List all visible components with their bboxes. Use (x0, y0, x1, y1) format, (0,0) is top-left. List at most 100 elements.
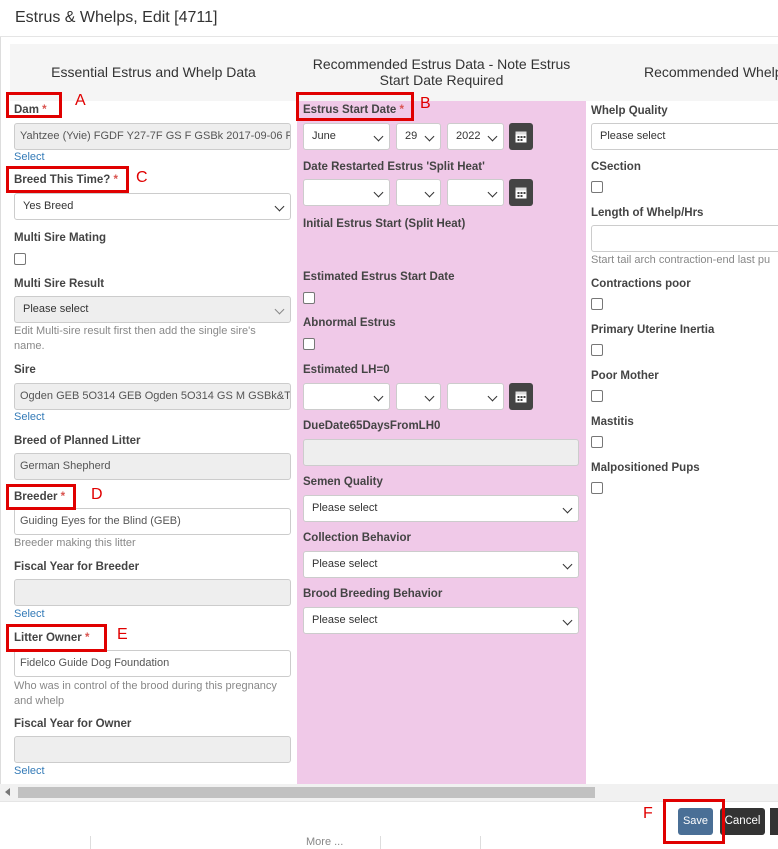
whelp-quality-label: Whelp Quality (591, 105, 668, 117)
multi-sire-result-label: Multi Sire Result (14, 278, 105, 290)
date-restarted-label: Date Restarted Estrus 'Split Heat' (303, 161, 485, 173)
collection-behavior-select[interactable]: Please select (303, 551, 579, 578)
background-divider (380, 836, 381, 849)
semen-quality-select[interactable]: Please select (303, 495, 579, 522)
header-estrus-line2: Start Date Required (379, 72, 504, 88)
chevron-down-icon (562, 615, 573, 626)
csection-label: CSection (591, 161, 641, 173)
due-date-field (303, 439, 579, 466)
multi-sire-mating-label: Multi Sire Mating (14, 232, 106, 244)
header-whelp-text: Recommended Whelp (644, 64, 778, 80)
calendar-icon (515, 187, 527, 199)
annotation-letter-b: B (420, 95, 431, 112)
chevron-down-icon (487, 187, 498, 198)
header-essential-text: Essential Estrus and Whelp Data (51, 64, 256, 80)
mastitis-checkbox[interactable] (591, 436, 603, 448)
date-restarted-calendar-button[interactable] (509, 179, 533, 206)
calendar-icon (515, 391, 527, 403)
annotation-box-c (6, 166, 129, 193)
annotation-letter-d: D (91, 486, 103, 503)
malpositioned-label: Malpositioned Pups (591, 462, 700, 474)
modal-footer (0, 801, 778, 849)
primary-uterine-label: Primary Uterine Inertia (591, 324, 715, 336)
chevron-down-icon (373, 391, 384, 402)
fiscal-breeder-field[interactable] (14, 579, 291, 606)
extra-button[interactable] (770, 808, 778, 835)
header-whelp: Recommended Whelp (586, 44, 778, 101)
estimated-lh-year[interactable] (447, 383, 504, 410)
breed-planned-label: Breed of Planned Litter (14, 435, 141, 447)
primary-uterine-checkbox[interactable] (591, 344, 603, 356)
date-restarted-year[interactable] (447, 179, 504, 206)
estrus-start-month[interactable]: June (303, 123, 390, 150)
due-date-label: DueDate65DaysFromLH0 (303, 420, 441, 432)
fiscal-owner-select-link[interactable]: Select (14, 765, 45, 777)
fiscal-breeder-label: Fiscal Year for Breeder (14, 561, 140, 573)
fiscal-owner-label: Fiscal Year for Owner (14, 718, 132, 730)
annotation-letter-c: C (136, 169, 148, 186)
horizontal-scrollbar[interactable] (0, 784, 778, 801)
annotation-box-f (663, 799, 725, 844)
length-whelp-help: Start tail arch contraction-end last pu (591, 254, 771, 266)
csection-checkbox[interactable] (591, 181, 603, 193)
estimated-lh-label: Estimated LH=0 (303, 364, 390, 376)
date-restarted-day[interactable] (396, 179, 441, 206)
annotation-box-b (296, 92, 414, 121)
chevron-down-icon (562, 559, 573, 570)
chevron-down-icon (424, 187, 435, 198)
date-restarted-month[interactable] (303, 179, 390, 206)
chevron-down-icon (373, 187, 384, 198)
breeder-field[interactable]: Guiding Eyes for the Blind (GEB) (14, 508, 291, 535)
modal-header: Estrus & Whelps, Edit [4711] (0, 0, 778, 37)
brood-behavior-label: Brood Breeding Behavior (303, 588, 443, 600)
multi-sire-help-line2: name. (14, 340, 45, 352)
estrus-start-calendar-button[interactable] (509, 123, 533, 150)
litter-owner-help-line1: Who was in control of the brood during t… (14, 680, 277, 692)
breeder-help: Breeder making this litter (14, 537, 136, 549)
whelp-quality-select[interactable]: Please select (591, 123, 778, 150)
scroll-left-icon[interactable] (5, 788, 10, 796)
abnormal-estrus-checkbox[interactable] (303, 338, 315, 350)
chevron-down-icon (274, 304, 285, 315)
cancel-button[interactable]: Cancel (720, 808, 765, 835)
multi-sire-mating-checkbox[interactable] (14, 253, 26, 265)
sire-select-link[interactable]: Select (14, 411, 45, 423)
poor-mother-checkbox[interactable] (591, 390, 603, 402)
initial-estrus-label: Initial Estrus Start (Split Heat) (303, 218, 466, 230)
breed-this-time-select[interactable]: Yes Breed (14, 193, 291, 220)
estrus-start-day[interactable]: 29 (396, 123, 441, 150)
semen-quality-label: Semen Quality (303, 476, 383, 488)
dam-field[interactable]: Yahtzee (Yvie) FGDF Y27-7F GS F GSBk 201… (14, 123, 291, 150)
fiscal-breeder-select-link[interactable]: Select (14, 608, 45, 620)
chevron-down-icon (373, 131, 384, 142)
litter-owner-field[interactable]: Fidelco Guide Dog Foundation (14, 650, 291, 677)
estimated-estrus-checkbox[interactable] (303, 292, 315, 304)
annotation-letter-e: E (117, 626, 128, 643)
poor-mother-label: Poor Mother (591, 370, 659, 382)
fiscal-owner-field[interactable] (14, 736, 291, 763)
chevron-down-icon (424, 391, 435, 402)
annotation-box-e (6, 624, 107, 652)
chevron-down-icon (274, 201, 285, 212)
scrollbar-thumb[interactable] (18, 787, 595, 798)
multi-sire-result-select[interactable]: Please select (14, 296, 291, 323)
breed-planned-field: German Shepherd (14, 453, 291, 480)
header-estrus-line1: Recommended Estrus Data - Note Estrus (312, 56, 571, 72)
contractions-poor-checkbox[interactable] (591, 298, 603, 310)
sire-field[interactable]: Ogden GEB 5O314 GEB Ogden 5O314 GS M GSB… (14, 383, 291, 410)
mastitis-label: Mastitis (591, 416, 634, 428)
length-whelp-label: Length of Whelp/Hrs (591, 207, 704, 219)
annotation-letter-a: A (75, 92, 86, 109)
malpositioned-checkbox[interactable] (591, 482, 603, 494)
estimated-lh-month[interactable] (303, 383, 390, 410)
brood-behavior-select[interactable]: Please select (303, 607, 579, 634)
multi-sire-help-line1: Edit Multi-sire result first then add th… (14, 325, 256, 337)
estrus-start-year[interactable]: 2022 (447, 123, 504, 150)
dam-select-link[interactable]: Select (14, 151, 45, 163)
annotation-box-d (6, 484, 76, 510)
length-whelp-field[interactable] (591, 225, 778, 252)
chevron-down-icon (562, 503, 573, 514)
chevron-down-icon (487, 131, 498, 142)
estimated-lh-calendar-button[interactable] (509, 383, 533, 410)
estimated-lh-day[interactable] (396, 383, 441, 410)
